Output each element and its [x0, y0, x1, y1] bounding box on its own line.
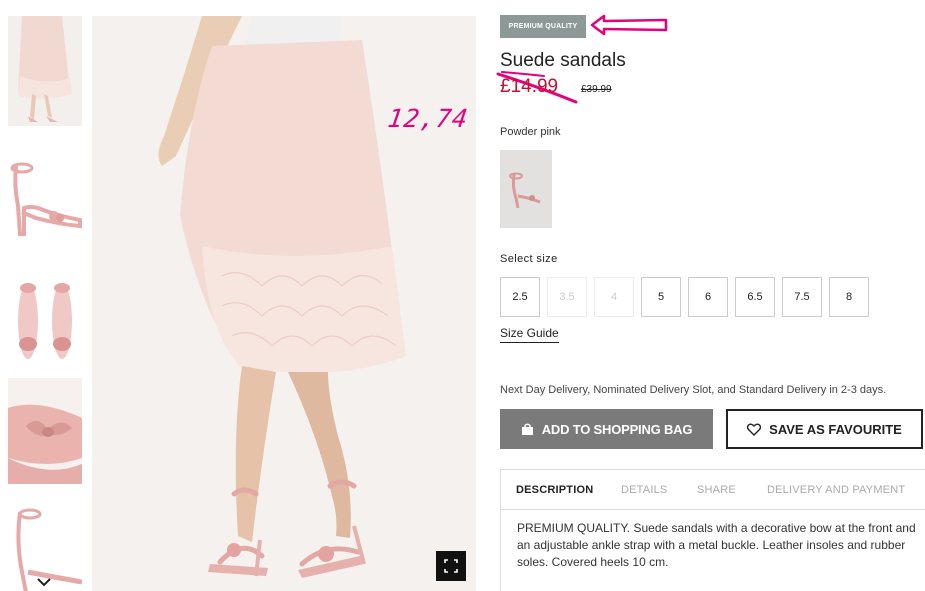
thumbnail-skirt-image — [8, 16, 82, 126]
fullscreen-button[interactable] — [436, 551, 466, 581]
size-option[interactable]: 5 — [641, 277, 681, 317]
size-option[interactable]: 7.5 — [782, 277, 822, 317]
model-photo — [92, 16, 476, 591]
sandal-swatch-icon — [500, 150, 552, 228]
handwritten-price-annotation: 12,74 — [385, 104, 471, 133]
size-option[interactable]: 6.5 — [735, 277, 775, 317]
add-to-bag-button[interactable]: ADD TO SHOPPING BAG — [500, 409, 713, 449]
colour-swatch[interactable] — [500, 150, 552, 228]
main-product-image[interactable] — [92, 16, 476, 591]
product-description: PREMIUM QUALITY. Suede sandals with a de… — [517, 521, 916, 569]
size-guide-link[interactable]: Size Guide — [500, 326, 559, 343]
tab-delivery-and-payment[interactable]: DELIVERY AND PAYMENT — [767, 484, 905, 496]
colour-label: Powder pink — [500, 126, 561, 138]
tab-description[interactable]: DESCRIPTION — [516, 484, 593, 496]
thumbnail-1[interactable] — [8, 16, 82, 126]
original-price: £39.99 — [581, 84, 612, 95]
thumbnail-sandal-pair-image — [8, 266, 82, 366]
sale-price: £14.99 — [500, 76, 559, 97]
thumbnail-strip — [8, 16, 82, 591]
thumbnail-2[interactable] — [8, 146, 82, 246]
size-option[interactable]: 2.5 — [500, 277, 540, 317]
size-option[interactable]: 4 — [594, 277, 634, 317]
size-option[interactable]: 6 — [688, 277, 728, 317]
delivery-info: Next Day Delivery, Nominated Delivery Sl… — [500, 384, 887, 396]
tab-share[interactable]: SHARE — [697, 484, 736, 496]
heart-icon — [747, 423, 762, 436]
tab-details[interactable]: DETAILS — [621, 484, 667, 496]
shopping-bag-icon — [521, 423, 533, 435]
size-option[interactable]: 3.5 — [547, 277, 587, 317]
expand-icon — [444, 559, 458, 573]
annotation-arrow-icon — [590, 14, 668, 36]
thumbnail-3[interactable] — [8, 266, 82, 366]
add-to-bag-label: ADD TO SHOPPING BAG — [541, 421, 693, 437]
save-favourite-label: SAVE AS FAVOURITE — [769, 421, 902, 437]
chevron-down-icon[interactable] — [34, 574, 54, 590]
product-title: Suede sandals — [500, 50, 626, 71]
thumbnail-sandal-side-image — [8, 146, 82, 246]
select-size-label: Select size — [500, 253, 558, 265]
tab-strip: DESCRIPTION DETAILS SHARE DELIVERY AND P… — [501, 470, 925, 510]
product-info-tabs: DESCRIPTION DETAILS SHARE DELIVERY AND P… — [500, 469, 925, 591]
size-option[interactable]: 8 — [829, 277, 869, 317]
save-favourite-button[interactable]: SAVE AS FAVOURITE — [726, 409, 923, 449]
thumbnail-bow-closeup-image — [8, 378, 82, 484]
premium-quality-badge: PREMIUM QUALITY — [500, 15, 586, 38]
thumbnail-4[interactable] — [8, 378, 82, 484]
